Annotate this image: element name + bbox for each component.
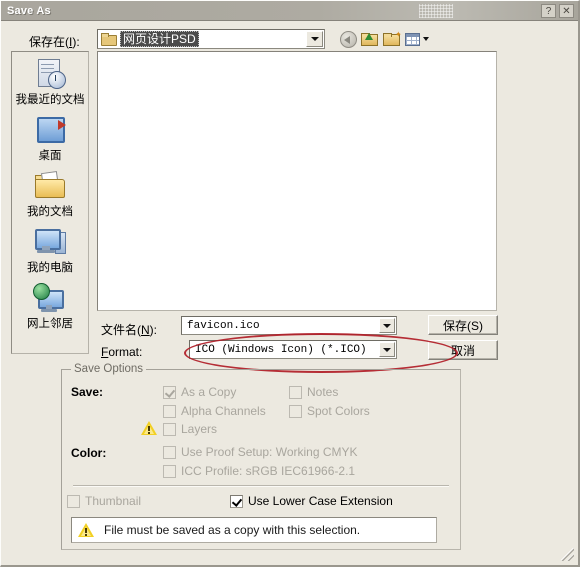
my-documents-icon — [33, 170, 67, 202]
format-label: Format: — [101, 345, 143, 359]
save-in-dropdown-arrow[interactable] — [306, 31, 323, 47]
places-bar: 我最近的文档 桌面 我的文档 我的电脑 网上邻居 — [11, 51, 89, 354]
checkbox-label: Notes — [307, 385, 339, 399]
checkbox-use-lower-case-extension[interactable]: Use Lower Case Extension — [230, 494, 393, 508]
checkbox-box — [230, 494, 243, 508]
save-options-legend: Save Options — [71, 363, 147, 375]
close-button[interactable]: ✕ — [559, 4, 574, 18]
checkbox-box — [163, 404, 176, 418]
recent-documents-icon — [33, 58, 67, 90]
cancel-button[interactable]: 取消 — [428, 340, 498, 360]
warning-triangle-icon — [141, 421, 157, 435]
file-name-label: 文件名(N): — [101, 323, 158, 337]
file-name-input[interactable]: favicon.ico — [181, 316, 397, 335]
back-arrow-icon — [340, 30, 357, 48]
create-new-folder-icon: ✦ — [383, 31, 402, 46]
checkbox-label: Thumbnail — [85, 494, 142, 508]
help-button[interactable]: ? — [541, 4, 556, 18]
checkbox-box — [67, 494, 80, 508]
back-button[interactable] — [338, 29, 359, 49]
sidebar-item-label: 桌面 — [38, 150, 62, 162]
my-computer-icon — [33, 226, 67, 258]
checkbox-alpha-channels[interactable]: Alpha Channels — [163, 404, 266, 418]
checkbox-label: Use Proof Setup: Working CMYK — [181, 445, 358, 459]
chevron-down-icon — [383, 323, 391, 328]
checkbox-label: Layers — [181, 422, 218, 436]
titlebar-texture — [419, 4, 453, 18]
checkbox-as-a-copy[interactable]: As a Copy — [163, 385, 236, 399]
create-new-folder-button[interactable]: ✦ — [381, 29, 402, 49]
checkbox-notes[interactable]: Notes — [289, 385, 338, 399]
folder-icon — [101, 33, 117, 46]
format-select[interactable]: ICO (Windows Icon) (*.ICO) — [189, 340, 397, 359]
file-list-view[interactable] — [97, 51, 497, 311]
save-in-label: 保存在(I): — [29, 35, 80, 49]
checkbox-box — [289, 385, 302, 399]
sidebar-item-desktop[interactable]: 桌面 — [12, 114, 88, 163]
warning-triangle-icon — [78, 523, 94, 537]
title-bar: Save As ? ✕ — [1, 1, 578, 21]
checkbox-label: ICC Profile: sRGB IEC61966-2.1 — [181, 464, 356, 478]
color-section-label: Color: — [71, 446, 107, 460]
checkbox-use-proof-setup[interactable]: Use Proof Setup: Working CMYK — [163, 445, 358, 459]
checkbox-box — [163, 422, 176, 436]
checkbox-box — [163, 445, 176, 459]
file-name-dropdown-arrow[interactable] — [379, 318, 395, 333]
checkbox-icc-profile[interactable]: ICC Profile: sRGB IEC61966-2.1 — [163, 464, 355, 478]
warning-message-box: File must be saved as a copy with this s… — [71, 517, 437, 543]
desktop-icon — [33, 114, 67, 146]
section-divider — [73, 485, 449, 487]
checkbox-layers[interactable]: Layers — [163, 422, 217, 436]
checkbox-box — [289, 404, 302, 418]
network-places-icon — [33, 282, 67, 314]
up-one-level-icon — [361, 32, 378, 46]
chevron-down-icon — [383, 347, 391, 352]
sidebar-item-label: 我最近的文档 — [15, 94, 85, 106]
views-button[interactable] — [403, 29, 431, 49]
format-dropdown-arrow[interactable] — [379, 342, 395, 357]
warning-message-text: File must be saved as a copy with this s… — [104, 523, 361, 537]
up-one-level-button[interactable] — [359, 29, 380, 49]
chevron-down-icon — [310, 37, 319, 41]
checkbox-label: Use Lower Case Extension — [248, 494, 393, 508]
checkbox-label: Alpha Channels — [181, 404, 266, 418]
sidebar-item-network-places[interactable]: 网上邻居 — [12, 282, 88, 331]
sidebar-item-label: 网上邻居 — [27, 318, 73, 330]
sidebar-item-label: 我的电脑 — [27, 262, 73, 274]
checkbox-spot-colors[interactable]: Spot Colors — [289, 404, 370, 418]
format-value: ICO (Windows Icon) (*.ICO) — [195, 343, 367, 356]
save-in-combobox[interactable]: 网页设计PSD — [97, 29, 325, 49]
resize-grip[interactable] — [561, 548, 574, 561]
checkbox-box — [163, 464, 176, 478]
checkbox-box — [163, 385, 176, 399]
sidebar-item-my-documents[interactable]: 我的文档 — [12, 170, 88, 219]
chevron-down-icon — [423, 37, 429, 41]
save-in-value: 网页设计PSD — [120, 31, 199, 47]
window-title: Save As — [7, 4, 51, 17]
sidebar-item-my-computer[interactable]: 我的电脑 — [12, 226, 88, 275]
file-name-value: favicon.ico — [187, 319, 260, 332]
sidebar-item-recent-documents[interactable]: 我最近的文档 — [12, 58, 88, 107]
checkbox-thumbnail[interactable]: Thumbnail — [67, 494, 141, 508]
checkbox-label: Spot Colors — [307, 404, 370, 418]
sidebar-item-label: 我的文档 — [27, 206, 73, 218]
checkbox-label: As a Copy — [181, 385, 237, 399]
views-menu-icon — [405, 32, 420, 46]
save-button[interactable]: 保存(S) — [428, 315, 498, 335]
save-section-label: Save: — [71, 385, 104, 399]
save-as-dialog: Save As ? ✕ 保存在(I): 网页设计PSD ✦ 我最近的文档 桌面 … — [0, 0, 580, 567]
